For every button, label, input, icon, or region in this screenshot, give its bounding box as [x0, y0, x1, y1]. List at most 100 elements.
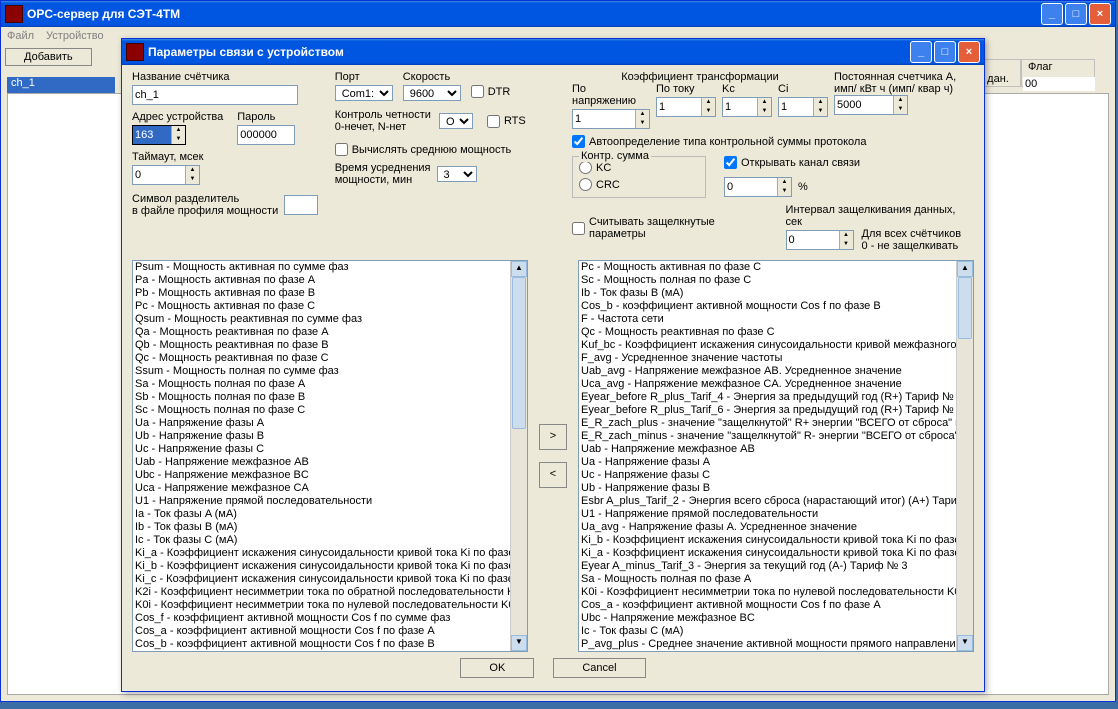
ku-input[interactable] [573, 110, 635, 128]
list-item[interactable]: K0i - Коэффициент несимметрии тока по ну… [581, 586, 955, 599]
crc-crc-radio[interactable] [579, 178, 592, 191]
list-item[interactable]: Sb - Мощность полная по фазе B [135, 391, 509, 404]
list-item[interactable]: Qc - Мощность реактивная по фазе C [581, 326, 955, 339]
latch-interval-input[interactable] [787, 231, 839, 249]
list-item[interactable]: Pc - Мощность активная по фазе C [135, 300, 509, 313]
list-item[interactable]: Ic - Ток фазы C (мА) [135, 534, 509, 547]
list-item[interactable]: Pa - Мощность активная по фазе A [135, 274, 509, 287]
list-item[interactable]: Pc - Мощность активная по фазе C [581, 261, 955, 274]
spin-down-icon[interactable]: ▼ [757, 107, 771, 116]
crc-kc-radio[interactable] [579, 161, 592, 174]
list-item[interactable]: Ubc - Напряжение межфазное BC [135, 469, 509, 482]
avgtime-select[interactable]: 3 [437, 166, 477, 182]
readlatch-checkbox[interactable] [572, 222, 585, 235]
list-item[interactable]: Uc - Напряжение фазы C [581, 469, 955, 482]
list-item[interactable]: Ki_a - Коэффициент искажения синусоидаль… [135, 547, 509, 560]
list-item[interactable]: K0i - Коэффициент несимметрии тока по ну… [135, 599, 509, 612]
list-item[interactable]: Eyear A_minus_Tarif_3 - Энергия за текущ… [581, 560, 955, 573]
maximize-button[interactable]: □ [1065, 3, 1087, 25]
list-item[interactable]: Uab_avg - Напряжение межфазное AB. Усред… [581, 365, 955, 378]
ok-button[interactable]: OK [460, 658, 534, 678]
openchan-value-input[interactable] [725, 178, 777, 196]
spin-up-icon[interactable]: ▲ [635, 110, 649, 119]
scroll-thumb[interactable] [958, 277, 972, 339]
menu-file[interactable]: Файл [7, 30, 34, 42]
rts-checkbox[interactable] [487, 115, 500, 128]
grid-row-ch1[interactable]: ch_1 [7, 77, 115, 93]
list-item[interactable]: Ki_a - Коэффициент искажения синусоидаль… [581, 547, 955, 560]
spin-down-icon[interactable]: ▼ [777, 187, 791, 196]
move-left-button[interactable]: < [539, 462, 567, 488]
scrollbar[interactable]: ▲ ▼ [510, 261, 527, 651]
device-address-input[interactable] [133, 126, 171, 144]
kc-input[interactable] [723, 98, 757, 116]
cancel-button[interactable]: Cancel [553, 658, 645, 678]
list-item[interactable]: F - Частота сети [581, 313, 955, 326]
ki-input[interactable] [657, 98, 701, 116]
const-input[interactable] [835, 96, 893, 114]
list-item[interactable]: E_R_zach_minus - значение "защелкнутой" … [581, 430, 955, 443]
list-item[interactable]: Qc - Мощность реактивная по фазе C [135, 352, 509, 365]
list-item[interactable]: Sa - Мощность полная по фазе A [581, 573, 955, 586]
list-item[interactable]: Cos_a - коэффициент активной мощности Co… [581, 599, 955, 612]
password-input[interactable] [237, 125, 295, 145]
list-item[interactable]: E_R_zach_plus - значение "защелкнутой" R… [581, 417, 955, 430]
scrollbar[interactable]: ▲ ▼ [956, 261, 973, 651]
list-item[interactable]: Esbr A_plus_Tarif_2 - Энергия всего сбро… [581, 495, 955, 508]
dtr-checkbox[interactable] [471, 85, 484, 98]
scroll-down-icon[interactable]: ▼ [957, 635, 973, 651]
meter-name-input[interactable] [132, 85, 298, 105]
list-item[interactable]: U1 - Напряжение прямой последовательност… [135, 495, 509, 508]
parity-select[interactable]: O [439, 113, 473, 129]
autocrc-checkbox[interactable] [572, 135, 585, 148]
scroll-up-icon[interactable]: ▲ [511, 261, 527, 277]
menu-device[interactable]: Устройство [46, 30, 104, 42]
dialog-maximize-button[interactable]: □ [934, 41, 956, 63]
avgpower-checkbox[interactable] [335, 143, 348, 156]
list-item[interactable]: Ua_avg - Напряжение фазы A. Усредненное … [581, 521, 955, 534]
list-item[interactable]: Cos_b - коэффициент активной мощности Co… [135, 638, 509, 651]
list-item[interactable]: Pb - Мощность активная по фазе B [135, 287, 509, 300]
timeout-input[interactable] [133, 166, 185, 184]
dialog-close-button[interactable]: × [958, 41, 980, 63]
dialog-minimize-button[interactable]: _ [910, 41, 932, 63]
list-item[interactable]: Eyear_before R_plus_Tarif_6 - Энергия за… [581, 404, 955, 417]
spin-up-icon[interactable]: ▲ [757, 98, 771, 107]
list-item[interactable]: Ib - Ток фазы B (мА) [135, 521, 509, 534]
spin-up-icon[interactable]: ▲ [813, 98, 827, 107]
list-item[interactable]: P_avg_plus - Среднее значение активной м… [581, 638, 955, 651]
list-item[interactable]: Sc - Мощность полная по фазе C [135, 404, 509, 417]
list-item[interactable]: Sa - Мощность полная по фазе A [135, 378, 509, 391]
scroll-thumb[interactable] [512, 277, 526, 429]
spin-down-icon[interactable]: ▼ [813, 107, 827, 116]
list-item[interactable]: Cos_f - коэффициент активной мощности Co… [135, 612, 509, 625]
list-item[interactable]: Ub - Напряжение фазы B [135, 430, 509, 443]
list-item[interactable]: Cos_b - коэффициент активной мощности Co… [581, 300, 955, 313]
list-item[interactable]: Uab - Напряжение межфазное AB [581, 443, 955, 456]
list-item[interactable]: Ua - Напряжение фазы A [581, 456, 955, 469]
list-item[interactable]: Qa - Мощность реактивная по фазе A [135, 326, 509, 339]
ci-input[interactable] [779, 98, 813, 116]
move-right-button[interactable]: > [539, 424, 567, 450]
spin-up-icon[interactable]: ▲ [185, 166, 199, 175]
list-item[interactable]: Psum - Мощность активная по сумме фаз [135, 261, 509, 274]
list-item[interactable]: Ub - Напряжение фазы B [581, 482, 955, 495]
spin-down-icon[interactable]: ▼ [635, 119, 649, 128]
list-item[interactable]: Qb - Мощность реактивная по фазе B [135, 339, 509, 352]
list-item[interactable]: Ki_b - Коэффициент искажения синусоидаль… [581, 534, 955, 547]
spin-down-icon[interactable]: ▼ [171, 135, 185, 144]
spin-up-icon[interactable]: ▲ [777, 178, 791, 187]
list-item[interactable]: Ib - Ток фазы B (мА) [581, 287, 955, 300]
spin-up-icon[interactable]: ▲ [893, 96, 907, 105]
list-item[interactable]: Uc - Напряжение фазы C [135, 443, 509, 456]
list-item[interactable]: Uab - Напряжение межфазное AB [135, 456, 509, 469]
scroll-down-icon[interactable]: ▼ [511, 635, 527, 651]
spin-down-icon[interactable]: ▼ [893, 105, 907, 114]
list-item[interactable]: Ic - Ток фазы C (мА) [581, 625, 955, 638]
spin-up-icon[interactable]: ▲ [839, 231, 853, 240]
list-item[interactable]: Ubc - Напряжение межфазное BC [581, 612, 955, 625]
list-item[interactable]: Ia - Ток фазы A (мА) [135, 508, 509, 521]
list-item[interactable]: K2i - Коэффициент несимметрии тока по об… [135, 586, 509, 599]
available-params-list[interactable]: Psum - Мощность активная по сумме фазPa … [132, 260, 528, 652]
list-item[interactable]: U1 - Напряжение прямой последовательност… [581, 508, 955, 521]
